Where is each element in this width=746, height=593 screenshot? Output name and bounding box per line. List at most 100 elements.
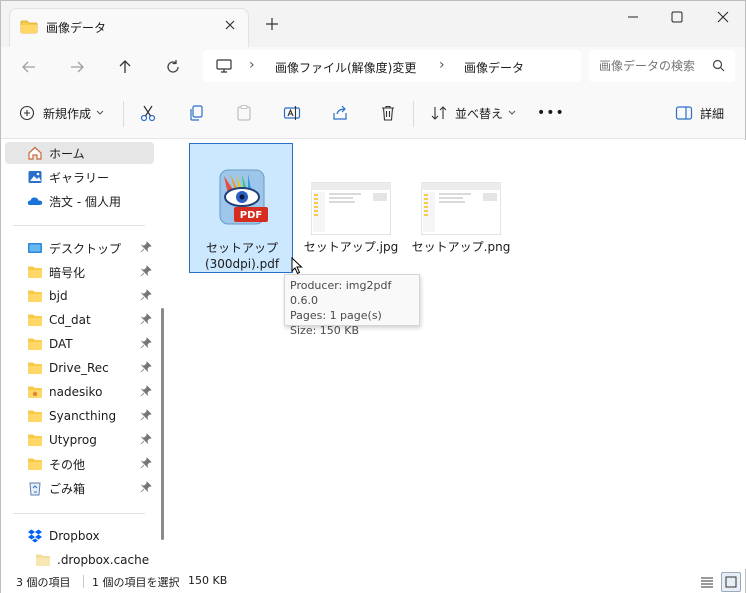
pin-icon[interactable]	[140, 337, 152, 349]
arrow-right-icon[interactable]	[67, 57, 87, 77]
tooltip-producer: Producer: img2pdf 0.6.0	[290, 279, 392, 307]
sidebar-item-desktop[interactable]: デスクトップ	[5, 237, 154, 259]
delete-button[interactable]	[379, 87, 397, 139]
status-selected-count: 1 個の項目を選択	[92, 576, 180, 589]
file-name: セットアップ.jpg	[303, 240, 399, 254]
folder-icon	[28, 290, 42, 302]
recycle-bin-icon	[29, 482, 41, 496]
sidebar-item-label: Utyprog	[49, 433, 97, 447]
sidebar-item-encryption[interactable]: 暗号化	[5, 261, 154, 283]
sidebar-item-label: DAT	[49, 337, 73, 351]
status-item-count: 3 個の項目	[16, 576, 71, 589]
arrow-up-icon[interactable]	[115, 57, 135, 77]
command-bar: 新規作成 並べ替え ••• 詳細	[1, 87, 745, 139]
address-bar[interactable]: › 画像ファイル(解像度)変更 › 画像データ	[203, 50, 581, 82]
rename-icon	[283, 106, 301, 120]
folder-icon	[20, 20, 38, 34]
copy-icon	[190, 105, 203, 121]
sidebar-item-syancthing[interactable]: Syancthing	[5, 405, 154, 427]
pin-icon[interactable]	[140, 433, 152, 445]
sidebar-item-bjd[interactable]: bjd	[5, 285, 154, 307]
sidebar-item-dat[interactable]: DAT	[5, 333, 154, 355]
folder-icon	[28, 338, 42, 350]
chevron-down-icon	[96, 110, 104, 115]
file-item-pdf[interactable]: PDF セットアップ (300dpi).pdf	[189, 143, 293, 273]
file-name: セットアップ (300dpi).pdf	[204, 241, 280, 271]
pin-icon[interactable]	[140, 361, 152, 373]
plus-circle-icon	[19, 105, 35, 121]
sort-button-label: 並べ替え	[455, 106, 504, 121]
computer-icon	[216, 59, 232, 73]
sidebar-item-gallery[interactable]: ギャラリー	[5, 166, 154, 188]
plus-icon[interactable]	[263, 15, 281, 33]
sidebar-item-home[interactable]: ホーム	[5, 142, 154, 164]
tooltip-pages: Pages: 1 page(s)	[290, 309, 382, 322]
trash-icon	[382, 105, 394, 121]
search-icon[interactable]	[712, 59, 725, 72]
sort-button[interactable]: 並べ替え	[431, 87, 516, 139]
details-button-label: 詳細	[700, 106, 725, 121]
copy-button[interactable]	[187, 87, 205, 139]
paste-button[interactable]	[235, 87, 253, 139]
sidebar-item-cd-dat[interactable]: Cd_dat	[5, 309, 154, 331]
sidebar-item-dropbox-cache[interactable]: .dropbox.cache	[5, 549, 154, 569]
search-input[interactable]	[599, 57, 703, 75]
sidebar-item-label: nadesiko	[49, 385, 103, 399]
folder-icon	[28, 362, 42, 374]
pin-icon[interactable]	[140, 313, 152, 325]
sidebar-item-label: Syancthing	[49, 409, 117, 423]
file-item-png[interactable]: セットアップ.png	[409, 143, 513, 273]
rename-button[interactable]	[283, 87, 301, 139]
search-box[interactable]	[589, 50, 735, 82]
breadcrumb-separator: ›	[249, 57, 255, 73]
more-options-button[interactable]: •••	[537, 87, 565, 139]
window-close-icon[interactable]	[711, 7, 735, 27]
pin-icon[interactable]	[140, 385, 152, 397]
pin-icon[interactable]	[140, 241, 152, 253]
new-button[interactable]: 新規作成	[19, 87, 104, 139]
sidebar-item-utyprog[interactable]: Utyprog	[5, 429, 154, 451]
close-icon[interactable]	[222, 17, 238, 33]
folder-icon	[28, 434, 42, 446]
sidebar-item-label: ギャラリー	[49, 170, 110, 185]
breadcrumb-separator: ›	[439, 57, 445, 73]
sidebar-item-label: デスクトップ	[49, 241, 122, 256]
pin-icon[interactable]	[140, 265, 152, 277]
pin-icon[interactable]	[140, 409, 152, 421]
breadcrumb-item-parent[interactable]: 画像ファイル(解像度)変更	[275, 59, 416, 76]
sidebar-item-label: ホーム	[49, 146, 85, 161]
sidebar-item-recycle-bin[interactable]: ごみ箱	[5, 477, 154, 499]
large-icons-view-button[interactable]	[721, 572, 741, 592]
navigation-bar: › 画像ファイル(解像度)変更 › 画像データ	[1, 47, 745, 87]
large-icons-view-icon	[725, 576, 737, 588]
folder-icon	[36, 554, 50, 566]
details-view-icon[interactable]	[697, 572, 717, 592]
pin-icon[interactable]	[140, 289, 152, 301]
details-pane-button[interactable]: 詳細	[675, 87, 724, 139]
arrow-left-icon[interactable]	[19, 57, 39, 77]
minimize-icon[interactable]	[621, 7, 645, 27]
home-icon	[28, 146, 42, 160]
share-button[interactable]	[331, 87, 349, 139]
breadcrumb-item-current[interactable]: 画像データ	[464, 59, 524, 76]
sidebar-item-drive-rec[interactable]: Drive_Rec	[5, 357, 154, 379]
sidebar-item-label: ごみ箱	[49, 481, 86, 496]
tab-current[interactable]: 画像データ	[9, 8, 249, 47]
cut-button[interactable]	[139, 87, 157, 139]
sidebar-scrollbar[interactable]	[161, 308, 164, 540]
file-item-jpg[interactable]: セットアップ.jpg	[299, 143, 403, 273]
title-bar: 画像データ	[1, 1, 745, 47]
refresh-icon[interactable]	[163, 57, 183, 77]
sidebar-item-label: Cd_dat	[49, 313, 91, 327]
sidebar-item-other[interactable]: その他	[5, 453, 154, 475]
dropbox-icon	[28, 529, 42, 543]
sidebar-item-onedrive[interactable]: 浩文 - 個人用	[5, 190, 154, 212]
sidebar-item-nadesiko[interactable]: nadesiko	[5, 381, 154, 403]
pin-icon[interactable]	[140, 481, 152, 493]
maximize-icon[interactable]	[665, 7, 689, 27]
sidebar-item-dropbox[interactable]: Dropbox	[5, 525, 154, 547]
share-icon	[333, 105, 347, 120]
pin-icon[interactable]	[140, 457, 152, 469]
file-name: セットアップ.png	[411, 240, 511, 254]
mouse-cursor-icon	[291, 257, 303, 275]
